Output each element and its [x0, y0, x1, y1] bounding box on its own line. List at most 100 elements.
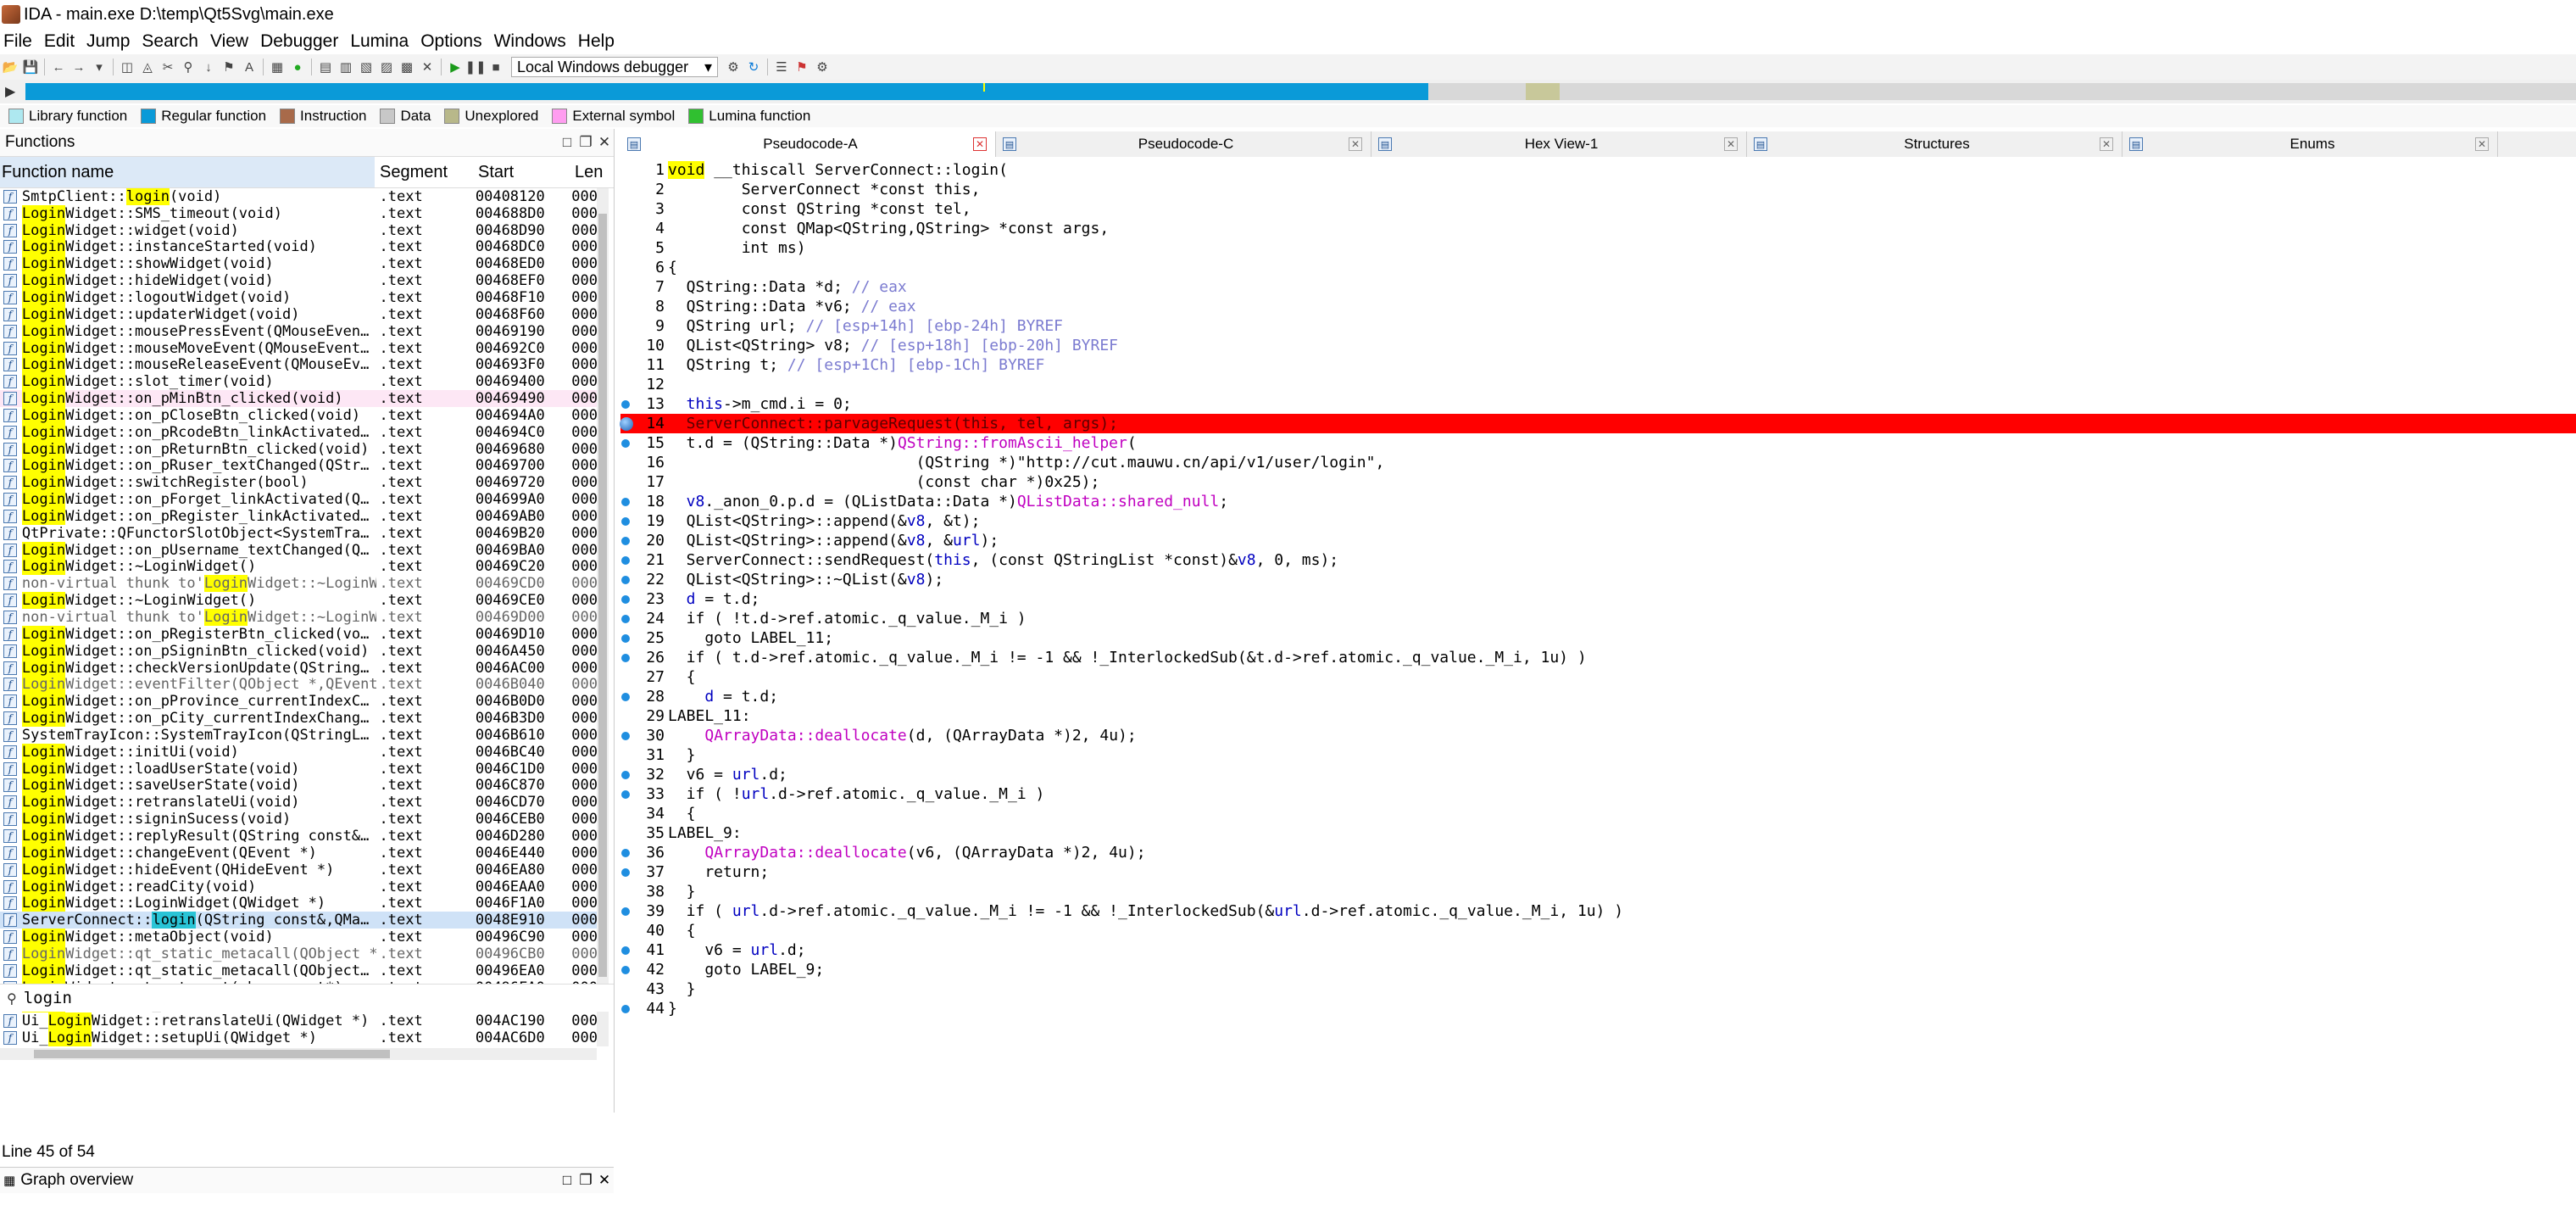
tab-close-icon[interactable]: ✕: [1349, 137, 1362, 151]
code-line[interactable]: 7 QString::Data *d; // eax: [620, 277, 2576, 297]
function-row[interactable]: f LoginWidget::qt_static_metacall(QObject…: [0, 962, 605, 979]
debugger-select[interactable]: Local Windows debugger ▾: [511, 57, 718, 77]
run-play-icon[interactable]: ▶: [448, 59, 463, 75]
function-row[interactable]: f LoginWidget::hideWidget(void) .text 00468…: [0, 272, 605, 290]
code-line[interactable]: 6{: [620, 258, 2576, 277]
executable-line-dot-icon[interactable]: [621, 868, 630, 877]
menu-file[interactable]: File: [0, 31, 41, 52]
breakpoint-list-icon[interactable]: ☰: [774, 59, 789, 75]
code-text[interactable]: d = t.d;: [668, 688, 2576, 706]
panel-close-icon[interactable]: ✕: [595, 134, 614, 151]
function-row[interactable]: f LoginWidget::on_pUsername_textChanged(Q…: [0, 541, 605, 559]
executable-line-dot-icon[interactable]: [621, 946, 630, 955]
code-text[interactable]: if ( url.d->ref.atomic._q_value._M_i != …: [668, 902, 2576, 920]
code-line[interactable]: 44}: [620, 999, 2576, 1018]
code-text[interactable]: v6 = url.d;: [668, 766, 2576, 784]
code-line[interactable]: 15 t.d = (QString::Data *)QString::fromA…: [620, 433, 2576, 453]
function-row[interactable]: f LoginWidget::switchRegister(bool) .text 0…: [0, 474, 605, 492]
column-length[interactable]: Len: [571, 163, 609, 182]
code-line[interactable]: 21 ServerConnect::sendRequest(this, (con…: [620, 550, 2576, 570]
function-row[interactable]: f LoginWidget::mouseReleaseEvent(QMouseEv…: [0, 356, 605, 374]
code-text[interactable]: QList<QString>::append(&v8, &url);: [668, 532, 2576, 549]
code-text[interactable]: LABEL_11:: [668, 707, 2576, 725]
code-text[interactable]: ServerConnect *const this,: [668, 181, 2576, 198]
function-row[interactable]: f LoginWidget::on_pRcodeBtn_linkActivated…: [0, 423, 605, 441]
code-text[interactable]: t.d = (QString::Data *)QString::fromAsci…: [668, 434, 2576, 452]
code-text[interactable]: goto LABEL_9;: [668, 961, 2576, 979]
code-line[interactable]: 16 (QString *)"http://cut.mauwu.cn/api/v…: [620, 453, 2576, 472]
code-text[interactable]: }: [668, 883, 2576, 901]
code-line[interactable]: 8 QString::Data *v6; // eax: [620, 297, 2576, 316]
function-row[interactable]: f LoginWidget::on_pReturnBtn_clicked(void…: [0, 440, 605, 458]
function-row[interactable]: f LoginWidget::on_pRegister_linkActivated…: [0, 507, 605, 525]
column-function-name[interactable]: Function name: [0, 157, 375, 187]
panel-float-icon[interactable]: □: [558, 1172, 576, 1189]
code-text[interactable]: QList<QString>::~QList(&v8);: [668, 571, 2576, 588]
code-text[interactable]: ServerConnect::parvageRequest(this, tel,…: [668, 415, 2576, 432]
executable-line-dot-icon[interactable]: [621, 615, 630, 623]
code-line[interactable]: 18 v8._anon_0.p.d = (QListData::Data *)Q…: [620, 492, 2576, 511]
code-text[interactable]: {: [668, 668, 2576, 686]
function-row[interactable]: f LoginWidget::signinSucess(void) .text 004…: [0, 811, 605, 828]
code-line[interactable]: 1 void __thiscall ServerConnect::login(: [620, 160, 2576, 180]
executable-line-dot-icon[interactable]: [621, 654, 630, 662]
trace-icon[interactable]: ⚑: [794, 59, 810, 75]
code-text[interactable]: v6 = url.d;: [668, 941, 2576, 959]
executable-line-dot-icon[interactable]: [621, 849, 630, 857]
nav-arrow-icon[interactable]: ▶: [5, 83, 15, 100]
code-line[interactable]: 13 this->m_cmd.i = 0;: [620, 394, 2576, 414]
executable-line-dot-icon[interactable]: [621, 1005, 630, 1013]
code-line[interactable]: 9 QString url; // [esp+14h] [ebp-24h] BY…: [620, 316, 2576, 336]
pseudocode-view[interactable]: 1 void __thiscall ServerConnect::login(2 …: [620, 157, 2576, 1216]
tab-hex-view-1[interactable]: ▤ Hex View-1 ✕: [1371, 131, 1747, 157]
function-row[interactable]: f LoginWidget::mouseMoveEvent(QMouseEvent…: [0, 339, 605, 357]
function-row[interactable]: f LoginWidget::metaObject(void) .text 00496…: [0, 929, 605, 946]
function-row[interactable]: f LoginWidget::on_pRuser_textChanged(QStr…: [0, 457, 605, 475]
function-filter[interactable]: ⚲ login: [0, 984, 614, 1012]
code-line[interactable]: 25 goto LABEL_11;: [620, 628, 2576, 648]
code-text[interactable]: QList<QString> v8; // [esp+18h] [ebp-20h…: [668, 337, 2576, 354]
code-text[interactable]: {: [668, 805, 2576, 823]
column-segment[interactable]: Segment: [375, 163, 473, 182]
code-line[interactable]: 34 {: [620, 804, 2576, 823]
tab-pseudocode-c[interactable]: ▤ Pseudocode-C ✕: [996, 131, 1371, 157]
function-row[interactable]: f LoginWidget::LoginWidget(QWidget *) .tex…: [0, 895, 605, 912]
code-text[interactable]: (const char *)0x25);: [668, 473, 2576, 491]
function-row[interactable]: f LoginWidget::loadUserState(void) .text 00…: [0, 760, 605, 778]
code-icon[interactable]: ▤: [318, 59, 333, 75]
code-line[interactable]: 43 }: [620, 979, 2576, 999]
code-text[interactable]: LABEL_9:: [668, 824, 2576, 842]
menu-help[interactable]: Help: [575, 31, 623, 52]
code-line-breakpoint[interactable]: 14 ServerConnect::parvageRequest(this, t…: [620, 414, 2576, 433]
tab-close-icon[interactable]: ✕: [2475, 137, 2489, 151]
code-text[interactable]: }: [668, 746, 2576, 764]
code-text[interactable]: QList<QString>::append(&v8, &t);: [668, 512, 2576, 530]
function-row[interactable]: f LoginWidget::qt_static_metacall(QObject…: [0, 945, 605, 962]
function-row[interactable]: f LoginWidget::retranslateUi(void) .text 00…: [0, 794, 605, 812]
menu-windows[interactable]: Windows: [491, 31, 575, 52]
code-line[interactable]: 36 QArrayData::deallocate(v6, (QArrayDat…: [620, 843, 2576, 862]
panel-restore-icon[interactable]: ❐: [576, 134, 595, 151]
code-line[interactable]: 41 v6 = url.d;: [620, 940, 2576, 960]
function-row[interactable]: f non-virtual thunk to'LoginWidget::~Logi…: [0, 575, 605, 593]
tab-close-icon[interactable]: ✕: [973, 137, 987, 151]
attach-icon[interactable]: ↻: [746, 59, 761, 75]
forward-arrow-icon[interactable]: →: [71, 59, 86, 75]
executable-line-dot-icon[interactable]: [621, 439, 630, 448]
code-text[interactable]: {: [668, 259, 2576, 276]
code-line[interactable]: 20 QList<QString>::append(&v8, &url);: [620, 531, 2576, 550]
code-text[interactable]: const QMap<QString,QString> *const args,: [668, 220, 2576, 237]
function-row[interactable]: f LoginWidget::eventFilter(QObject *,QEve…: [0, 676, 605, 694]
code-line[interactable]: 29 LABEL_11:: [620, 706, 2576, 726]
code-text[interactable]: this->m_cmd.i = 0;: [668, 395, 2576, 413]
function-row[interactable]: f LoginWidget::on_pForget_linkActivated(Q…: [0, 491, 605, 509]
code-text[interactable]: if ( t.d->ref.atomic._q_value._M_i != -1…: [668, 649, 2576, 667]
functions-vertical-scrollbar[interactable]: [597, 188, 609, 1046]
nav-band-data[interactable]: [1428, 83, 2576, 100]
dropdown-chevron-icon[interactable]: ▾: [92, 59, 107, 75]
function-row[interactable]: f ServerConnect::login(QString const&,QMa…: [0, 912, 605, 929]
nav-band-unexplored[interactable]: [1526, 83, 1560, 100]
code-line[interactable]: 28 d = t.d;: [620, 687, 2576, 706]
code-line[interactable]: 32 v6 = url.d;: [620, 765, 2576, 784]
function-row[interactable]: f LoginWidget::mousePressEvent(QMouseEven…: [0, 322, 605, 340]
